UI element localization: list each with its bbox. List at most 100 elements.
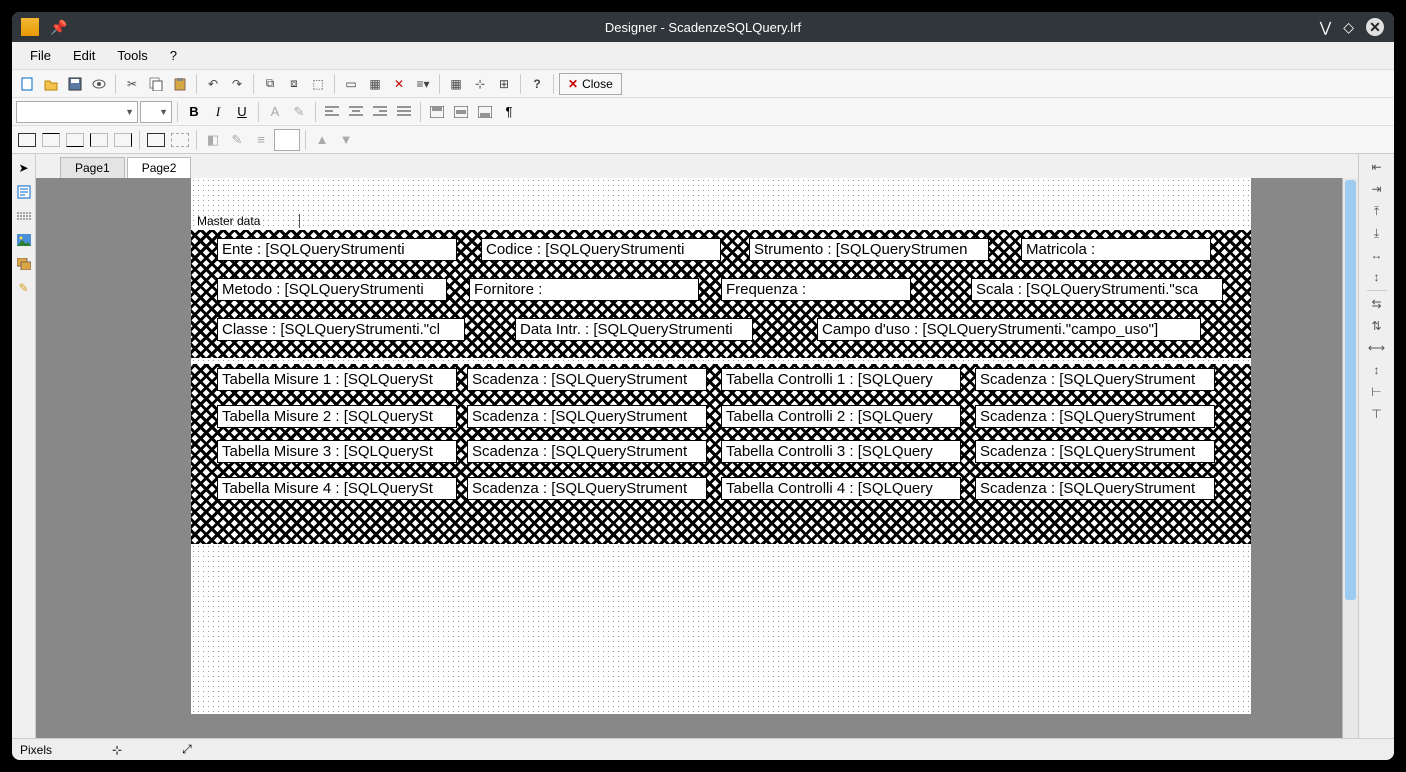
band-label-master[interactable]: Master data bbox=[193, 214, 264, 228]
text-tool-icon[interactable] bbox=[14, 182, 34, 202]
line-color-icon[interactable]: ✎ bbox=[226, 129, 248, 151]
copy-icon[interactable] bbox=[145, 73, 167, 95]
send-back-icon[interactable]: ▼ bbox=[335, 129, 357, 151]
field-tab-c3[interactable]: Tabella Controlli 3 : [SQLQuery bbox=[721, 440, 961, 463]
field-matricola[interactable]: Matricola : bbox=[1021, 238, 1211, 261]
tab-page1[interactable]: Page1 bbox=[60, 157, 125, 178]
text-direction-icon[interactable]: ¶ bbox=[498, 101, 520, 123]
align-bottom-edges-icon[interactable]: ⤓ bbox=[1367, 224, 1387, 242]
field-campo-uso[interactable]: Campo d'uso : [SQLQueryStrumenti."campo_… bbox=[817, 318, 1201, 341]
preview-icon[interactable] bbox=[88, 73, 110, 95]
pin-icon[interactable]: 📌 bbox=[50, 19, 67, 36]
add-page-icon[interactable]: ▦ bbox=[364, 73, 386, 95]
field-strumento[interactable]: Strumento : [SQLQueryStrumen bbox=[749, 238, 989, 261]
select-all-icon[interactable]: ⬚ bbox=[307, 73, 329, 95]
valign-bottom-icon[interactable] bbox=[474, 101, 496, 123]
frame-all-icon[interactable] bbox=[16, 129, 38, 151]
field-tab-m4[interactable]: Tabella Misure 4 : [SQLQuerySt bbox=[217, 477, 457, 500]
italic-button[interactable]: I bbox=[207, 101, 229, 123]
field-tab-c1[interactable]: Tabella Controlli 1 : [SQLQuery bbox=[721, 368, 961, 391]
align-right-edges-icon[interactable]: ⇥ bbox=[1367, 180, 1387, 198]
redo-icon[interactable]: ↷ bbox=[226, 73, 248, 95]
menu-tools[interactable]: Tools bbox=[107, 44, 157, 67]
save-icon[interactable] bbox=[64, 73, 86, 95]
field-frequenza[interactable]: Frequenza : bbox=[721, 278, 911, 301]
paste-icon[interactable] bbox=[169, 73, 191, 95]
field-tab-m3[interactable]: Tabella Misure 3 : [SQLQuerySt bbox=[217, 440, 457, 463]
band-tool-icon[interactable] bbox=[14, 206, 34, 226]
menu-edit[interactable]: Edit bbox=[63, 44, 105, 67]
cut-icon[interactable]: ✂ bbox=[121, 73, 143, 95]
subreport-tool-icon[interactable] bbox=[14, 254, 34, 274]
master-data-band-bottom[interactable]: Tabella Misure 1 : [SQLQuerySt Scadenza … bbox=[191, 364, 1251, 544]
group-icon[interactable]: ⧉ bbox=[259, 73, 281, 95]
fill-color-icon[interactable]: ◧ bbox=[202, 129, 224, 151]
menu-help[interactable]: ? bbox=[160, 44, 187, 67]
frame-outer-icon[interactable] bbox=[145, 129, 167, 151]
field-tab-m1[interactable]: Tabella Misure 1 : [SQLQuerySt bbox=[217, 368, 457, 391]
field-tab-c2[interactable]: Tabella Controlli 2 : [SQLQuery bbox=[721, 405, 961, 428]
field-scad-c2[interactable]: Scadenza : [SQLQueryStrument bbox=[975, 405, 1215, 428]
field-scad-m3[interactable]: Scadenza : [SQLQueryStrument bbox=[467, 440, 707, 463]
field-fornitore[interactable]: Fornitore : bbox=[469, 278, 699, 301]
frame-top-icon[interactable] bbox=[40, 129, 62, 151]
frame-bottom-icon[interactable] bbox=[64, 129, 86, 151]
align-left-icon[interactable] bbox=[321, 101, 343, 123]
frame-none-icon[interactable] bbox=[169, 129, 191, 151]
maximize-icon[interactable]: ◇ bbox=[1343, 19, 1354, 36]
line-width-combo[interactable] bbox=[274, 129, 300, 151]
align-h-center-icon[interactable]: ↔ bbox=[1367, 246, 1387, 264]
align-center-icon[interactable] bbox=[345, 101, 367, 123]
line-style-icon[interactable]: ≡ bbox=[250, 129, 272, 151]
valign-top-icon[interactable] bbox=[426, 101, 448, 123]
open-icon[interactable] bbox=[40, 73, 62, 95]
field-ente[interactable]: Ente : [SQLQueryStrumenti bbox=[217, 238, 457, 261]
field-tab-m2[interactable]: Tabella Misure 2 : [SQLQuerySt bbox=[217, 405, 457, 428]
variables-icon[interactable]: ≡▾ bbox=[412, 73, 434, 95]
ungroup-icon[interactable]: ⧈ bbox=[283, 73, 305, 95]
align-right-icon[interactable] bbox=[369, 101, 391, 123]
align-top-edges-icon[interactable]: ⤒ bbox=[1367, 202, 1387, 220]
align-justify-icon[interactable] bbox=[393, 101, 415, 123]
align-v-center-icon[interactable]: ↕ bbox=[1367, 268, 1387, 286]
space-h-icon[interactable]: ⇆ bbox=[1367, 295, 1387, 313]
bold-button[interactable]: B bbox=[183, 101, 205, 123]
field-codice[interactable]: Codice : [SQLQueryStrumenti bbox=[481, 238, 721, 261]
field-scad-m2[interactable]: Scadenza : [SQLQueryStrument bbox=[467, 405, 707, 428]
center-v-icon[interactable]: ⊤ bbox=[1367, 405, 1387, 423]
grid-icon[interactable]: ▦ bbox=[445, 73, 467, 95]
minimize-icon[interactable]: ⋁ bbox=[1320, 19, 1331, 36]
window-close-icon[interactable]: ✕ bbox=[1366, 18, 1384, 36]
bring-front-icon[interactable]: ▲ bbox=[311, 129, 333, 151]
field-metodo[interactable]: Metodo : [SQLQueryStrumenti bbox=[217, 278, 447, 301]
master-data-band-top[interactable]: Ente : [SQLQueryStrumenti Codice : [SQLQ… bbox=[191, 230, 1251, 358]
frame-right-icon[interactable] bbox=[112, 129, 134, 151]
pointer-tool-icon[interactable]: ➤ bbox=[14, 158, 34, 178]
center-h-icon[interactable]: ⊢ bbox=[1367, 383, 1387, 401]
field-scad-c1[interactable]: Scadenza : [SQLQueryStrument bbox=[975, 368, 1215, 391]
field-scad-m4[interactable]: Scadenza : [SQLQueryStrument bbox=[467, 477, 707, 500]
underline-button[interactable]: U bbox=[231, 101, 253, 123]
field-tab-c4[interactable]: Tabella Controlli 4 : [SQLQuery bbox=[721, 477, 961, 500]
font-color-button[interactable]: A bbox=[264, 101, 286, 123]
valign-middle-icon[interactable] bbox=[450, 101, 472, 123]
same-width-icon[interactable]: ⟷ bbox=[1367, 339, 1387, 357]
draw-tool-icon[interactable]: ✎ bbox=[14, 278, 34, 298]
align-left-edges-icon[interactable]: ⇤ bbox=[1367, 158, 1387, 176]
undo-icon[interactable]: ↶ bbox=[202, 73, 224, 95]
fit-grid-icon[interactable]: ⊞ bbox=[493, 73, 515, 95]
frame-left-icon[interactable] bbox=[88, 129, 110, 151]
space-v-icon[interactable]: ⇅ bbox=[1367, 317, 1387, 335]
canvas[interactable]: Master data Ente : [SQLQueryStrumenti Co… bbox=[36, 178, 1358, 738]
page-setup-icon[interactable]: ▭ bbox=[340, 73, 362, 95]
help-icon[interactable]: ? bbox=[526, 73, 548, 95]
field-scala[interactable]: Scala : [SQLQueryStrumenti."sca bbox=[971, 278, 1223, 301]
highlight-button[interactable]: ✎ bbox=[288, 101, 310, 123]
image-tool-icon[interactable] bbox=[14, 230, 34, 250]
field-scad-c3[interactable]: Scadenza : [SQLQueryStrument bbox=[975, 440, 1215, 463]
delete-page-icon[interactable]: ✕ bbox=[388, 73, 410, 95]
same-height-icon[interactable]: ↕ bbox=[1367, 361, 1387, 379]
field-scad-m1[interactable]: Scadenza : [SQLQueryStrument bbox=[467, 368, 707, 391]
font-size-combo[interactable]: ▼ bbox=[140, 101, 172, 123]
tab-page2[interactable]: Page2 bbox=[127, 157, 192, 178]
